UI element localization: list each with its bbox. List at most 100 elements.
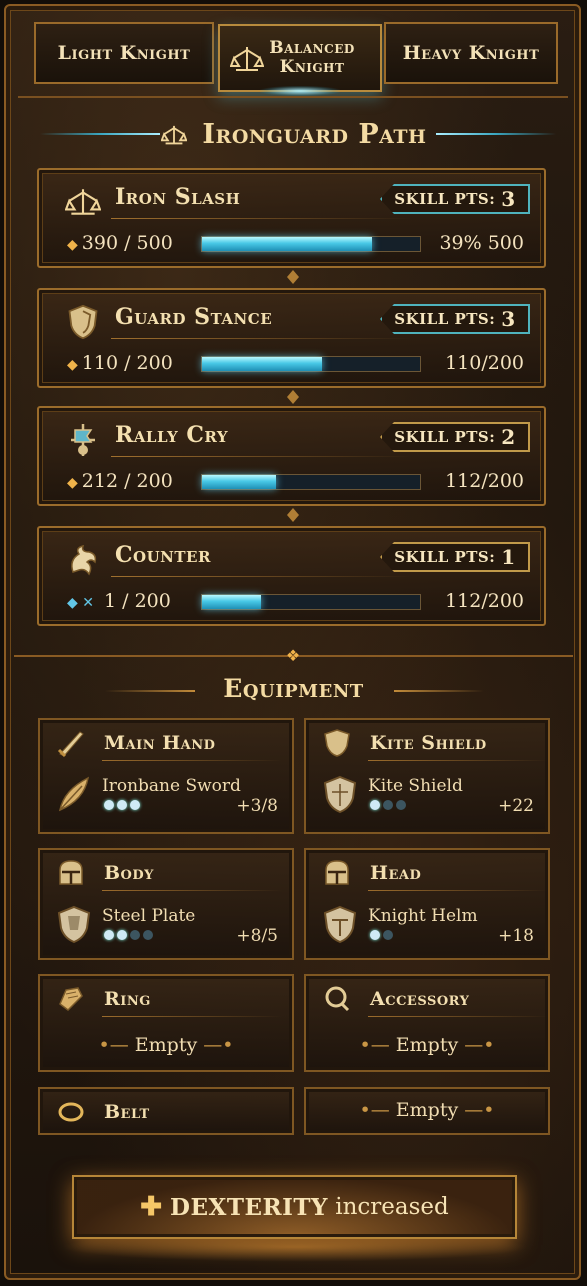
equip-slot-kite-shield[interactable]: Kite Shield Kite Shield +22 bbox=[304, 718, 550, 834]
gem-socket-filled bbox=[370, 930, 380, 940]
skill-points-badge: SKILL PTS: 3 bbox=[380, 304, 530, 334]
progress-value: 390 / 500 bbox=[81, 232, 173, 254]
item-name: Kite Shield bbox=[368, 776, 463, 796]
empty-label: Empty bbox=[134, 1034, 198, 1056]
connector-ornament bbox=[287, 508, 299, 522]
skill-points-label: SKILL PTS: bbox=[394, 548, 496, 566]
balance-scale-icon bbox=[65, 189, 101, 215]
skill-points-value: 1 bbox=[501, 545, 516, 569]
tab-label: Light Knight bbox=[57, 42, 191, 64]
shield-icon bbox=[323, 775, 357, 814]
progress-current: ◆ 110 / 200 bbox=[67, 352, 173, 374]
progress-current: ◆ 212 / 200 bbox=[67, 470, 173, 492]
progress-fill bbox=[202, 475, 277, 489]
gem-socket-empty bbox=[383, 930, 393, 940]
progress-fill bbox=[202, 357, 322, 371]
progress-value: 110 / 200 bbox=[81, 352, 173, 374]
gem-socket-empty bbox=[396, 800, 406, 810]
equip-slot-body[interactable]: Body Steel Plate +8/5 bbox=[38, 848, 294, 960]
gem-socket-filled bbox=[104, 800, 114, 810]
slot-label: Ring bbox=[104, 988, 151, 1010]
xp-gem-icon: ◆ bbox=[67, 475, 78, 491]
item-bonus: +22 bbox=[498, 796, 534, 816]
gem-socket-filled bbox=[117, 800, 127, 810]
slot-label: Kite Shield bbox=[370, 732, 487, 754]
feather-blade-icon bbox=[58, 776, 90, 812]
empty-label: Empty bbox=[395, 1034, 459, 1056]
empty-slot: •— Empty —• bbox=[98, 1034, 234, 1056]
divider bbox=[111, 338, 411, 339]
gem-sockets bbox=[104, 930, 153, 940]
amulet-icon bbox=[325, 986, 350, 1012]
skill-card-iron-slash[interactable]: Iron Slash SKILL PTS: 3 ◆ 390 / 500 39% 50… bbox=[37, 168, 546, 268]
shield-icon bbox=[68, 304, 98, 340]
equip-slot-belt[interactable]: Belt bbox=[38, 1087, 294, 1135]
progress-total: 39% 500 bbox=[439, 232, 524, 254]
slot-label: Belt bbox=[104, 1101, 150, 1123]
slot-label: Accessory bbox=[370, 988, 470, 1010]
xp-gem-icon: ◆ bbox=[67, 357, 78, 373]
divider bbox=[111, 576, 411, 577]
skill-name: Rally Cry bbox=[115, 422, 229, 448]
progress-bar bbox=[201, 236, 421, 252]
gem-socket-filled bbox=[370, 800, 380, 810]
progress-value: 212 / 200 bbox=[81, 470, 173, 492]
progress-fill bbox=[202, 237, 373, 251]
skill-points-badge: SKILL PTS: 2 bbox=[380, 422, 530, 452]
equip-slot-main-hand[interactable]: Main Hand Ironbane Sword +3/8 bbox=[38, 718, 294, 834]
skill-points-label: SKILL PTS: bbox=[394, 428, 496, 446]
skill-card-counter[interactable]: Counter SKILL PTS: 1 ◆ ✕ 1 / 200 112/200 bbox=[37, 526, 546, 626]
skill-points-value: 2 bbox=[501, 425, 516, 449]
item-bonus: +18 bbox=[498, 926, 534, 946]
progress-fill bbox=[202, 595, 261, 609]
divider-ornament: ❖ bbox=[285, 646, 301, 665]
skill-points-badge: SKILL PTS: 3 bbox=[380, 184, 530, 214]
divider bbox=[102, 890, 282, 891]
divider bbox=[368, 760, 548, 761]
sword-icon bbox=[57, 731, 84, 758]
slot-label: Main Hand bbox=[104, 732, 216, 754]
equip-slot-ring[interactable]: Ring •— Empty —• bbox=[38, 974, 294, 1072]
slot-label: Head bbox=[370, 862, 422, 884]
divider bbox=[111, 456, 411, 457]
empty-slot: •— Empty —• bbox=[359, 1034, 495, 1056]
balance-scale-icon bbox=[159, 125, 188, 144]
tab-light-knight[interactable]: Light Knight bbox=[34, 22, 214, 84]
divider bbox=[368, 890, 548, 891]
xp-gem-icon: ◆ bbox=[67, 237, 78, 253]
skill-name: Guard Stance bbox=[115, 304, 273, 330]
plus-icon: ✚ bbox=[140, 1192, 163, 1222]
tab-balanced-knight[interactable]: Balanced Knight bbox=[218, 24, 382, 92]
shield-icon bbox=[323, 905, 357, 944]
skill-card-rally-cry[interactable]: Rally Cry SKILL PTS: 2 ◆ 212 / 200 112/200 bbox=[37, 406, 546, 506]
kite-shield-icon bbox=[324, 729, 350, 757]
selected-tab-glow bbox=[260, 86, 340, 96]
item-bonus: +3/8 bbox=[236, 796, 278, 816]
empty-slot: •— Empty —• bbox=[359, 1099, 495, 1121]
gem-socket-filled bbox=[104, 930, 114, 940]
gem-socket-empty bbox=[130, 930, 140, 940]
gem-sockets bbox=[370, 800, 406, 810]
slot-label: Body bbox=[104, 862, 154, 884]
dragon-icon bbox=[71, 544, 97, 576]
notification-text: increased bbox=[335, 1194, 449, 1220]
skill-points-label: SKILL PTS: bbox=[394, 310, 496, 328]
equipment-title: Equipment bbox=[223, 674, 364, 703]
gem-sockets bbox=[104, 800, 140, 810]
divider bbox=[111, 218, 411, 219]
progress-current: ◆ ✕ 1 / 200 bbox=[67, 590, 171, 612]
progress-bar bbox=[201, 594, 421, 610]
gem-sockets bbox=[370, 930, 393, 940]
equip-slot-accessory[interactable]: Accessory •— Empty —• bbox=[304, 974, 550, 1072]
tab-heavy-knight[interactable]: Heavy Knight bbox=[384, 22, 558, 84]
equip-slot-empty[interactable]: •— Empty —• bbox=[304, 1087, 550, 1135]
progress-total: 112/200 bbox=[445, 470, 524, 492]
skill-points-value: 3 bbox=[501, 187, 516, 211]
connector-ornament bbox=[287, 270, 299, 284]
equip-slot-head[interactable]: Head Knight Helm +18 bbox=[304, 848, 550, 960]
progress-total: 112/200 bbox=[445, 590, 524, 612]
item-bonus: +8/5 bbox=[236, 926, 278, 946]
balance-scale-icon bbox=[230, 47, 264, 71]
skill-points-label: SKILL PTS: bbox=[394, 190, 496, 208]
skill-card-guard-stance[interactable]: Guard Stance SKILL PTS: 3 ◆ 110 / 200 110/… bbox=[37, 288, 546, 388]
